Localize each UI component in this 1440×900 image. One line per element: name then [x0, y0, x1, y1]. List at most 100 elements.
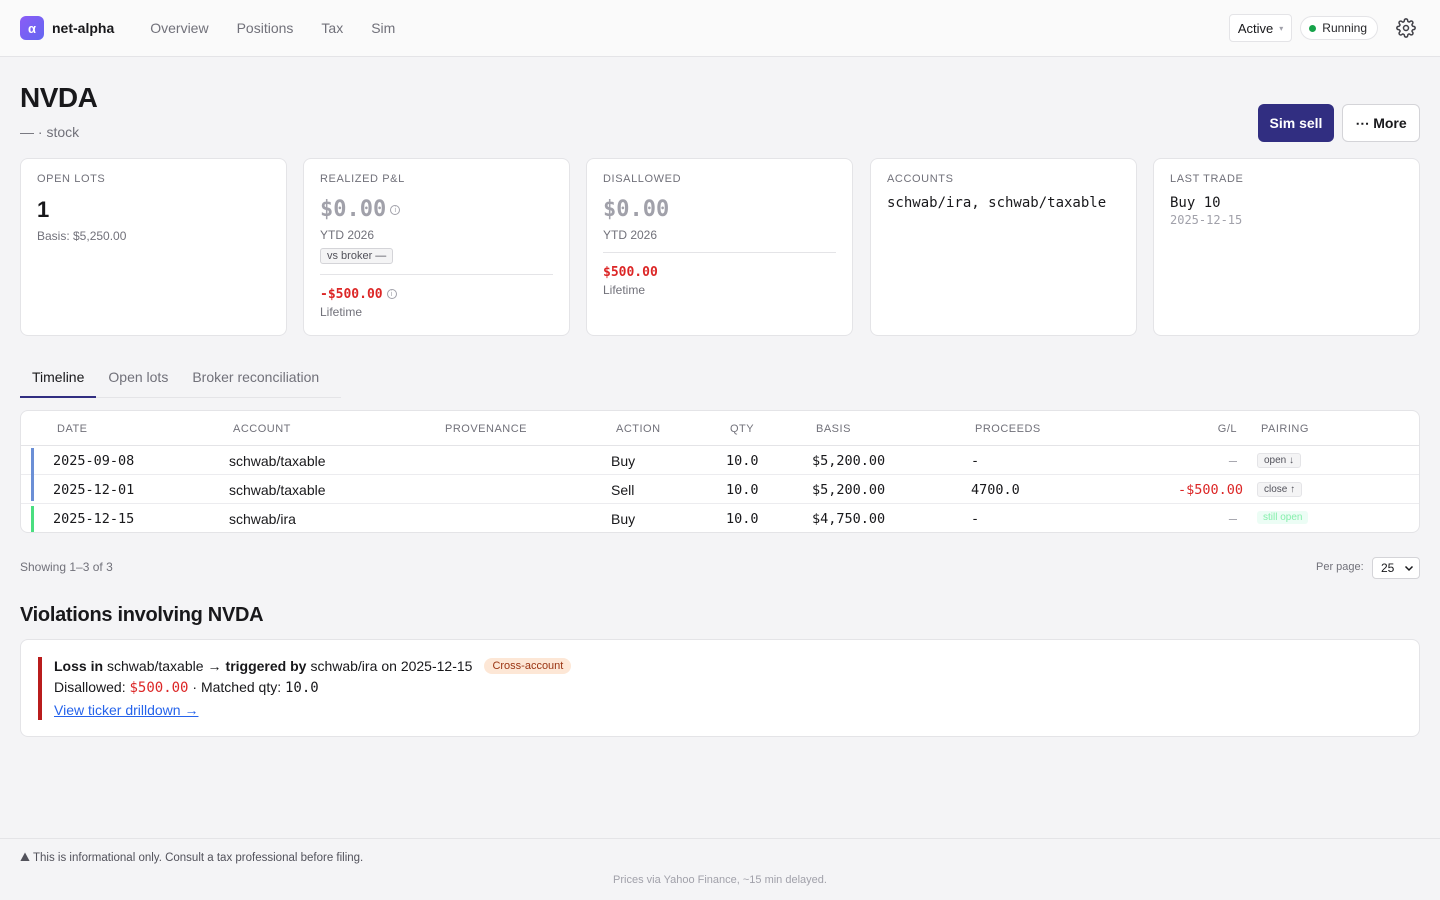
row-date: 2025-12-15 — [53, 511, 135, 527]
row-proceeds: 4700.0 — [971, 482, 1020, 498]
app-name[interactable]: net-alpha — [52, 20, 114, 36]
timeline-table: Date Account Provenance Action Qty Basis… — [20, 410, 1420, 533]
open-lots-value: 1 — [37, 197, 50, 222]
table-row[interactable]: 2025-12-01 schwab/taxable Sell 10.0 $5,2… — [21, 475, 1419, 504]
lot-pairing-rail — [31, 475, 34, 501]
accounts-value: schwab/ira, schwab/taxable — [887, 195, 1107, 211]
column-header-gl[interactable]: G/L — [1218, 423, 1237, 435]
column-header-pairing[interactable]: Pairing — [1261, 423, 1309, 435]
more-button[interactable]: ⋯ More — [1342, 104, 1420, 142]
card-accounts: Accounts schwab/ira, schwab/taxable — [870, 158, 1137, 336]
realized-lifetime-value: -$500.00 — [320, 287, 383, 302]
main-nav: Overview Positions Tax Sim — [150, 20, 395, 36]
per-page-select[interactable]: 25 — [1372, 557, 1420, 579]
card-open-lots: Open lots 1 Basis: $5,250.00 — [20, 158, 287, 336]
column-header-provenance[interactable]: Provenance — [445, 423, 527, 435]
realized-value-row: $0.00 i — [320, 197, 553, 222]
tab-broker-reconciliation[interactable]: Broker reconciliation — [180, 360, 331, 398]
nav-sim[interactable]: Sim — [371, 20, 395, 36]
pairing-chip[interactable]: still open — [1257, 511, 1309, 524]
row-qty: 10.0 — [726, 511, 759, 527]
nav-tax[interactable]: Tax — [321, 20, 343, 36]
footer-divider — [0, 838, 1440, 839]
column-header-proceeds[interactable]: Proceeds — [975, 423, 1041, 435]
table-row[interactable]: 2025-09-08 schwab/taxable Buy 10.0 $5,20… — [21, 446, 1419, 475]
disclaimer-text: This is informational only. Consult a ta… — [33, 852, 364, 864]
row-basis: $5,200.00 — [812, 482, 886, 498]
violation-details: Disallowed: $500.00 · Matched qty: 10.0 — [54, 679, 319, 696]
info-icon[interactable]: i — [390, 205, 401, 215]
violation-summary: Loss in schwab/taxable → triggered by sc… — [54, 658, 572, 674]
vs-broker-chip: vs broker — — [320, 248, 394, 264]
disallowed-label: Disallowed: — [54, 679, 126, 695]
lot-pairing-rail — [31, 506, 34, 532]
loss-account: schwab/taxable — [107, 658, 204, 674]
caret-down-icon: ▾ — [1279, 23, 1284, 33]
chevron-down-icon — [1404, 565, 1414, 572]
row-basis: $5,200.00 — [812, 453, 886, 469]
trigger-account: schwab/ira — [310, 658, 378, 674]
showing-count: Showing 1–3 of 3 — [20, 560, 113, 574]
open-lots-basis: Basis: $5,250.00 — [37, 229, 127, 243]
column-header-basis[interactable]: Basis — [816, 423, 851, 435]
account-filter-select[interactable]: Active ▾ — [1228, 14, 1293, 42]
realized-lifetime-label: Lifetime — [320, 305, 363, 319]
last-trade-value: Buy 10 — [1170, 195, 1221, 211]
card-realized-pnl: Realized P&L $0.00 i YTD 2026 vs broker —… — [303, 158, 570, 336]
row-account: schwab/taxable — [229, 453, 326, 469]
tab-open-lots[interactable]: Open lots — [96, 360, 180, 398]
topbar-controls: Active ▾ Running — [1228, 14, 1420, 42]
row-date: 2025-09-08 — [53, 453, 135, 469]
column-header-qty[interactable]: Qty — [730, 423, 754, 435]
info-icon[interactable]: i — [386, 288, 397, 299]
divider — [603, 252, 836, 253]
nav-overview[interactable]: Overview — [150, 20, 208, 36]
status-dot-icon — [1309, 24, 1317, 32]
column-header-date[interactable]: Date — [57, 423, 88, 435]
row-action: Buy — [611, 453, 636, 469]
disallowed-lifetime-row: $500.00 — [603, 263, 836, 281]
column-header-account[interactable]: Account — [233, 423, 291, 435]
row-proceeds: - — [971, 453, 980, 469]
app-logo-icon[interactable]: α — [20, 16, 44, 40]
row-gl: -$500.00 — [1177, 482, 1243, 498]
lot-pairing-rail — [31, 448, 34, 475]
disclaimer: This is informational only. Consult a ta… — [20, 852, 363, 864]
column-header-action[interactable]: Action — [616, 423, 661, 435]
cross-account-badge: Cross-account — [484, 658, 572, 674]
account-filter-value: Active — [1237, 20, 1274, 36]
card-label: Accounts — [887, 173, 954, 185]
violation-accent-bar — [38, 657, 42, 720]
row-account: schwab/taxable — [229, 482, 326, 498]
nav-positions[interactable]: Positions — [237, 20, 294, 36]
price-source-note: Prices via Yahoo Finance, ~15 min delaye… — [613, 874, 827, 886]
view-ticker-drilldown-link[interactable]: View ticker drilldown → — [54, 702, 198, 718]
card-label: Open lots — [37, 173, 106, 185]
violations-title: Violations involving NVDA — [20, 604, 264, 626]
status-text: Running — [1322, 21, 1367, 35]
row-account: schwab/ira — [229, 511, 296, 527]
arrow-right-icon: → — [207, 658, 222, 674]
row-date: 2025-12-01 — [53, 482, 135, 498]
sim-sell-button[interactable]: Sim sell — [1258, 104, 1334, 142]
table-row[interactable]: 2025-12-15 schwab/ira Buy 10.0 $4,750.00… — [21, 504, 1419, 532]
top-navbar: α net-alpha Overview Positions Tax Sim A… — [0, 0, 1440, 57]
last-trade-date: 2025-12-15 — [1170, 213, 1243, 227]
violation-card: Loss in schwab/taxable → triggered by sc… — [20, 639, 1420, 737]
trigger-date: on 2025-12-15 — [381, 658, 473, 674]
pairing-chip[interactable]: close ↑ — [1257, 482, 1303, 497]
warning-icon — [20, 852, 30, 861]
matched-qty-label: · Matched qty: — [192, 679, 282, 695]
tab-timeline[interactable]: Timeline — [20, 360, 97, 398]
pairing-chip[interactable]: open ↓ — [1257, 453, 1302, 468]
row-basis: $4,750.00 — [812, 511, 886, 527]
card-last-trade: Last trade Buy 10 2025-12-15 — [1153, 158, 1420, 336]
row-qty: 10.0 — [726, 453, 759, 469]
card-label: Disallowed — [603, 173, 682, 185]
disallowed-period: YTD 2026 — [603, 228, 658, 242]
gear-icon — [1396, 18, 1416, 38]
table-header: Date Account Provenance Action Qty Basis… — [21, 411, 1419, 446]
settings-button[interactable] — [1392, 14, 1420, 42]
status-badge: Running — [1300, 16, 1378, 40]
row-action: Sell — [611, 482, 635, 498]
